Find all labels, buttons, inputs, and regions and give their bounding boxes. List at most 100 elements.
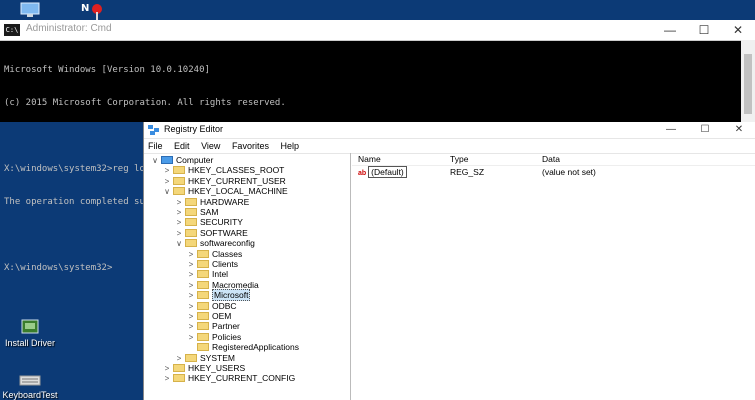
tree-node-label: HKEY_LOCAL_MACHINE (188, 186, 288, 197)
tree-node[interactable]: > SAM (174, 207, 219, 217)
tree-node-label: softwareconfig (200, 238, 255, 249)
tree-node[interactable]: > HKEY_CURRENT_CONFIG (162, 373, 296, 384)
tree-node[interactable]: ∨ softwareconfig (174, 238, 255, 248)
regedit-close-button[interactable]: ✕ (722, 122, 755, 138)
column-data-header[interactable]: Data (542, 153, 560, 165)
cmd-titlebar[interactable]: C:\ Administrator: Cmd — ☐ ✕ (0, 20, 755, 41)
tree-node-label: OEM (212, 311, 232, 321)
tree-node-label: Partner (212, 321, 240, 332)
tree-node[interactable]: > Policies (186, 331, 242, 342)
svg-text:N: N (81, 3, 89, 14)
column-type-header[interactable]: Type (450, 153, 468, 165)
folder-icon (197, 322, 209, 331)
tree-node[interactable]: > Classes (186, 249, 243, 259)
tree-node[interactable]: > SYSTEM (174, 353, 235, 363)
chevron-down-icon[interactable]: ∨ (150, 156, 160, 166)
maximize-button[interactable]: ☐ (687, 20, 721, 40)
value-data: (value not set) (542, 167, 596, 177)
chevron-down-icon[interactable]: ∨ (162, 187, 172, 197)
computer-icon (161, 156, 173, 164)
cmd-icon: C:\ (4, 24, 20, 36)
tree-node-label: ODBC (212, 300, 237, 311)
tree-node-label: SECURITY (200, 217, 243, 228)
tree-node[interactable]: > HKEY_USERS (162, 363, 246, 373)
menu-edit[interactable]: Edit (174, 141, 190, 151)
string-value-icon: ab (358, 170, 367, 177)
tree-node[interactable]: > HKEY_CLASSES_ROOT (162, 165, 285, 176)
chevron-down-icon[interactable]: ∨ (174, 239, 184, 249)
tree-node-label: HARDWARE (200, 196, 250, 207)
folder-icon (173, 187, 185, 196)
folder-icon (185, 353, 197, 362)
tree-node[interactable]: RegisteredApplications (186, 342, 299, 352)
tree-node[interactable]: > HKEY_CURRENT_USER (162, 176, 286, 186)
chevron-right-icon[interactable]: > (162, 374, 172, 384)
tree-node-label: Policies (212, 331, 242, 342)
folder-icon (173, 364, 185, 372)
scrollbar-thumb[interactable] (744, 54, 752, 114)
values-list[interactable]: Name Type Data ab (Default) REG_SZ (value… (352, 153, 755, 400)
cmd-scrollbar[interactable] (741, 40, 755, 122)
network-tool-desktop-icon[interactable]: N (80, 0, 104, 20)
tree-node-label: HKEY_CURRENT_USER (188, 175, 286, 186)
menu-file[interactable]: File (148, 141, 163, 151)
registry-tree[interactable]: ∨ Computer > HKEY_CLASSES_ROOT > HKEY_CURRENT… (144, 153, 351, 400)
tree-node-label: SAM (200, 207, 219, 217)
driver-icon (21, 319, 39, 334)
tree-node-label: SYSTEM (200, 352, 235, 363)
menu-favorites[interactable]: Favorites (232, 141, 269, 151)
tree-node[interactable]: > OEM (186, 311, 232, 321)
registry-editor-window[interactable]: Registry Editor — ☐ ✕ File Edit View Fav… (143, 122, 755, 400)
tree-node-label: HKEY_USERS (188, 363, 246, 373)
close-button[interactable]: ✕ (721, 20, 755, 40)
folder-icon (185, 197, 197, 206)
console-line: Microsoft Windows [Version 10.0.10240] (4, 65, 210, 75)
keyboard-test-desktop-icon[interactable]: KeyboardTest (0, 372, 60, 400)
folder-icon (197, 280, 209, 289)
menu-help[interactable]: Help (280, 141, 299, 151)
install-driver-label: Install Driver (4, 338, 55, 348)
menu-view[interactable]: View (201, 141, 220, 151)
folder-icon (185, 218, 197, 227)
menu-bar: File Edit View Favorites Help (144, 139, 755, 154)
cmd-title: Administrator: Cmd (26, 23, 112, 34)
tree-node-label: Intel (212, 269, 229, 280)
folder-icon (197, 343, 209, 352)
tree-node-label: Computer (176, 155, 214, 165)
tree-node[interactable]: > Microsoft (186, 289, 251, 302)
column-name-header[interactable]: Name (358, 153, 381, 165)
tree-node[interactable]: > SECURITY (174, 217, 243, 227)
regedit-titlebar[interactable]: Registry Editor — ☐ ✕ (144, 122, 755, 139)
folder-icon (197, 291, 209, 300)
folder-icon (197, 249, 209, 258)
tree-node[interactable]: > Intel (186, 269, 228, 279)
tree-node[interactable]: ∨ Computer (150, 155, 213, 165)
tree-node[interactable]: > SOFTWARE (174, 228, 248, 238)
regedit-minimize-button[interactable]: — (654, 122, 688, 138)
command-prompt-window[interactable]: C:\ Administrator: Cmd — ☐ ✕ Microsoft W… (0, 20, 755, 273)
keyboard-icon (19, 375, 41, 386)
tree-node[interactable]: > HARDWARE (174, 196, 250, 207)
regedit-maximize-button[interactable]: ☐ (688, 122, 722, 138)
tree-node[interactable]: ∨ HKEY_LOCAL_MACHINE (162, 186, 288, 196)
computer-icon (20, 2, 40, 17)
tree-node[interactable]: > Partner (186, 321, 240, 331)
folder-icon (185, 208, 197, 216)
folder-icon (197, 270, 209, 279)
tree-node-label: HKEY_CLASSES_ROOT (188, 165, 285, 176)
tree-node-label: RegisteredApplications (212, 342, 299, 353)
folder-icon (197, 312, 209, 320)
regedit-icon (148, 125, 159, 135)
tree-node-label: HKEY_CURRENT_CONFIG (188, 373, 296, 384)
value-row[interactable]: ab (Default) REG_SZ (value not set) (352, 166, 755, 178)
minimize-button[interactable]: — (653, 20, 687, 40)
install-driver-desktop-icon[interactable]: Install Driver (0, 318, 60, 348)
computer-desktop-icon[interactable] (18, 2, 42, 18)
tree-node[interactable]: > ODBC (186, 301, 237, 311)
folder-icon (197, 301, 209, 310)
folder-icon (173, 166, 185, 175)
tree-node[interactable]: > Clients (186, 259, 238, 269)
value-name: (Default) (368, 166, 407, 178)
regedit-title: Registry Editor (164, 124, 224, 134)
list-header: Name Type Data (352, 153, 755, 166)
